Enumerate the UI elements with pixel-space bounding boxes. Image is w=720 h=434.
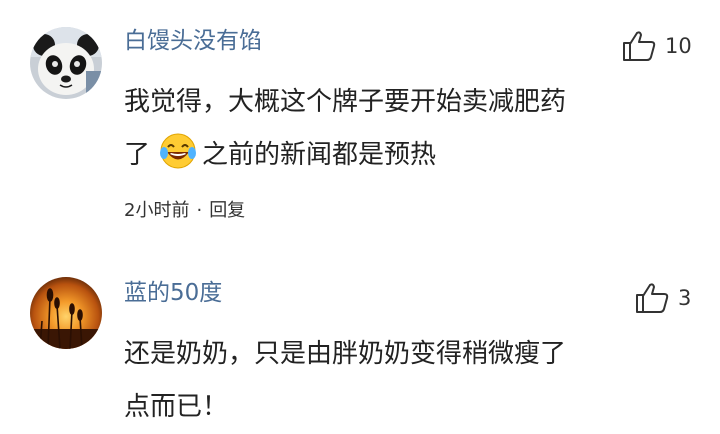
comment-item: 蓝的50度 3 还是奶奶，只是由胖奶奶变得稍微瘦了 点而已！ — [0, 262, 720, 434]
username-link[interactable]: 白馒头没有馅 — [124, 26, 262, 56]
comment-time: 2小时前 — [124, 200, 190, 221]
reply-button[interactable]: 回复 — [209, 197, 245, 225]
username-link[interactable]: 蓝的50度 — [124, 278, 222, 308]
comment-meta: 2小时前 · 回复 — [124, 197, 245, 225]
comment-line: 点而已！ — [124, 392, 229, 422]
laughing-with-tears-emoji-icon — [160, 133, 197, 169]
like-button[interactable]: 3 — [635, 282, 691, 314]
like-count: 10 — [665, 34, 692, 58]
comment-line: 还是奶奶，只是由胖奶奶变得稍微瘦了 — [124, 339, 567, 369]
comment-line-text: 之前的新闻都是预热 — [202, 140, 437, 170]
comment-item: 白馒头没有馅 10 我觉得，大概这个牌子要开始卖减肥药 了 之前的新闻都是预热 … — [0, 0, 720, 250]
thumbs-up-icon — [623, 31, 656, 61]
like-button[interactable]: 10 — [622, 30, 692, 62]
comment-line: 了 之前的新闻都是预热 — [124, 129, 704, 182]
panda-avatar-icon[interactable] — [30, 27, 102, 99]
comment-line-text: 了 — [124, 140, 151, 170]
like-count: 3 — [678, 286, 692, 310]
sunset-avatar-icon[interactable] — [30, 277, 102, 349]
comment-text: 还是奶奶，只是由胖奶奶变得稍微瘦了 点而已！ — [124, 328, 704, 434]
comment-line: 我觉得，大概这个牌子要开始卖减肥药 — [124, 87, 567, 117]
meta-separator: · — [196, 200, 203, 221]
thumbs-up-icon — [636, 283, 669, 313]
comment-text: 我觉得，大概这个牌子要开始卖减肥药 了 之前的新闻都是预热 — [124, 76, 704, 182]
